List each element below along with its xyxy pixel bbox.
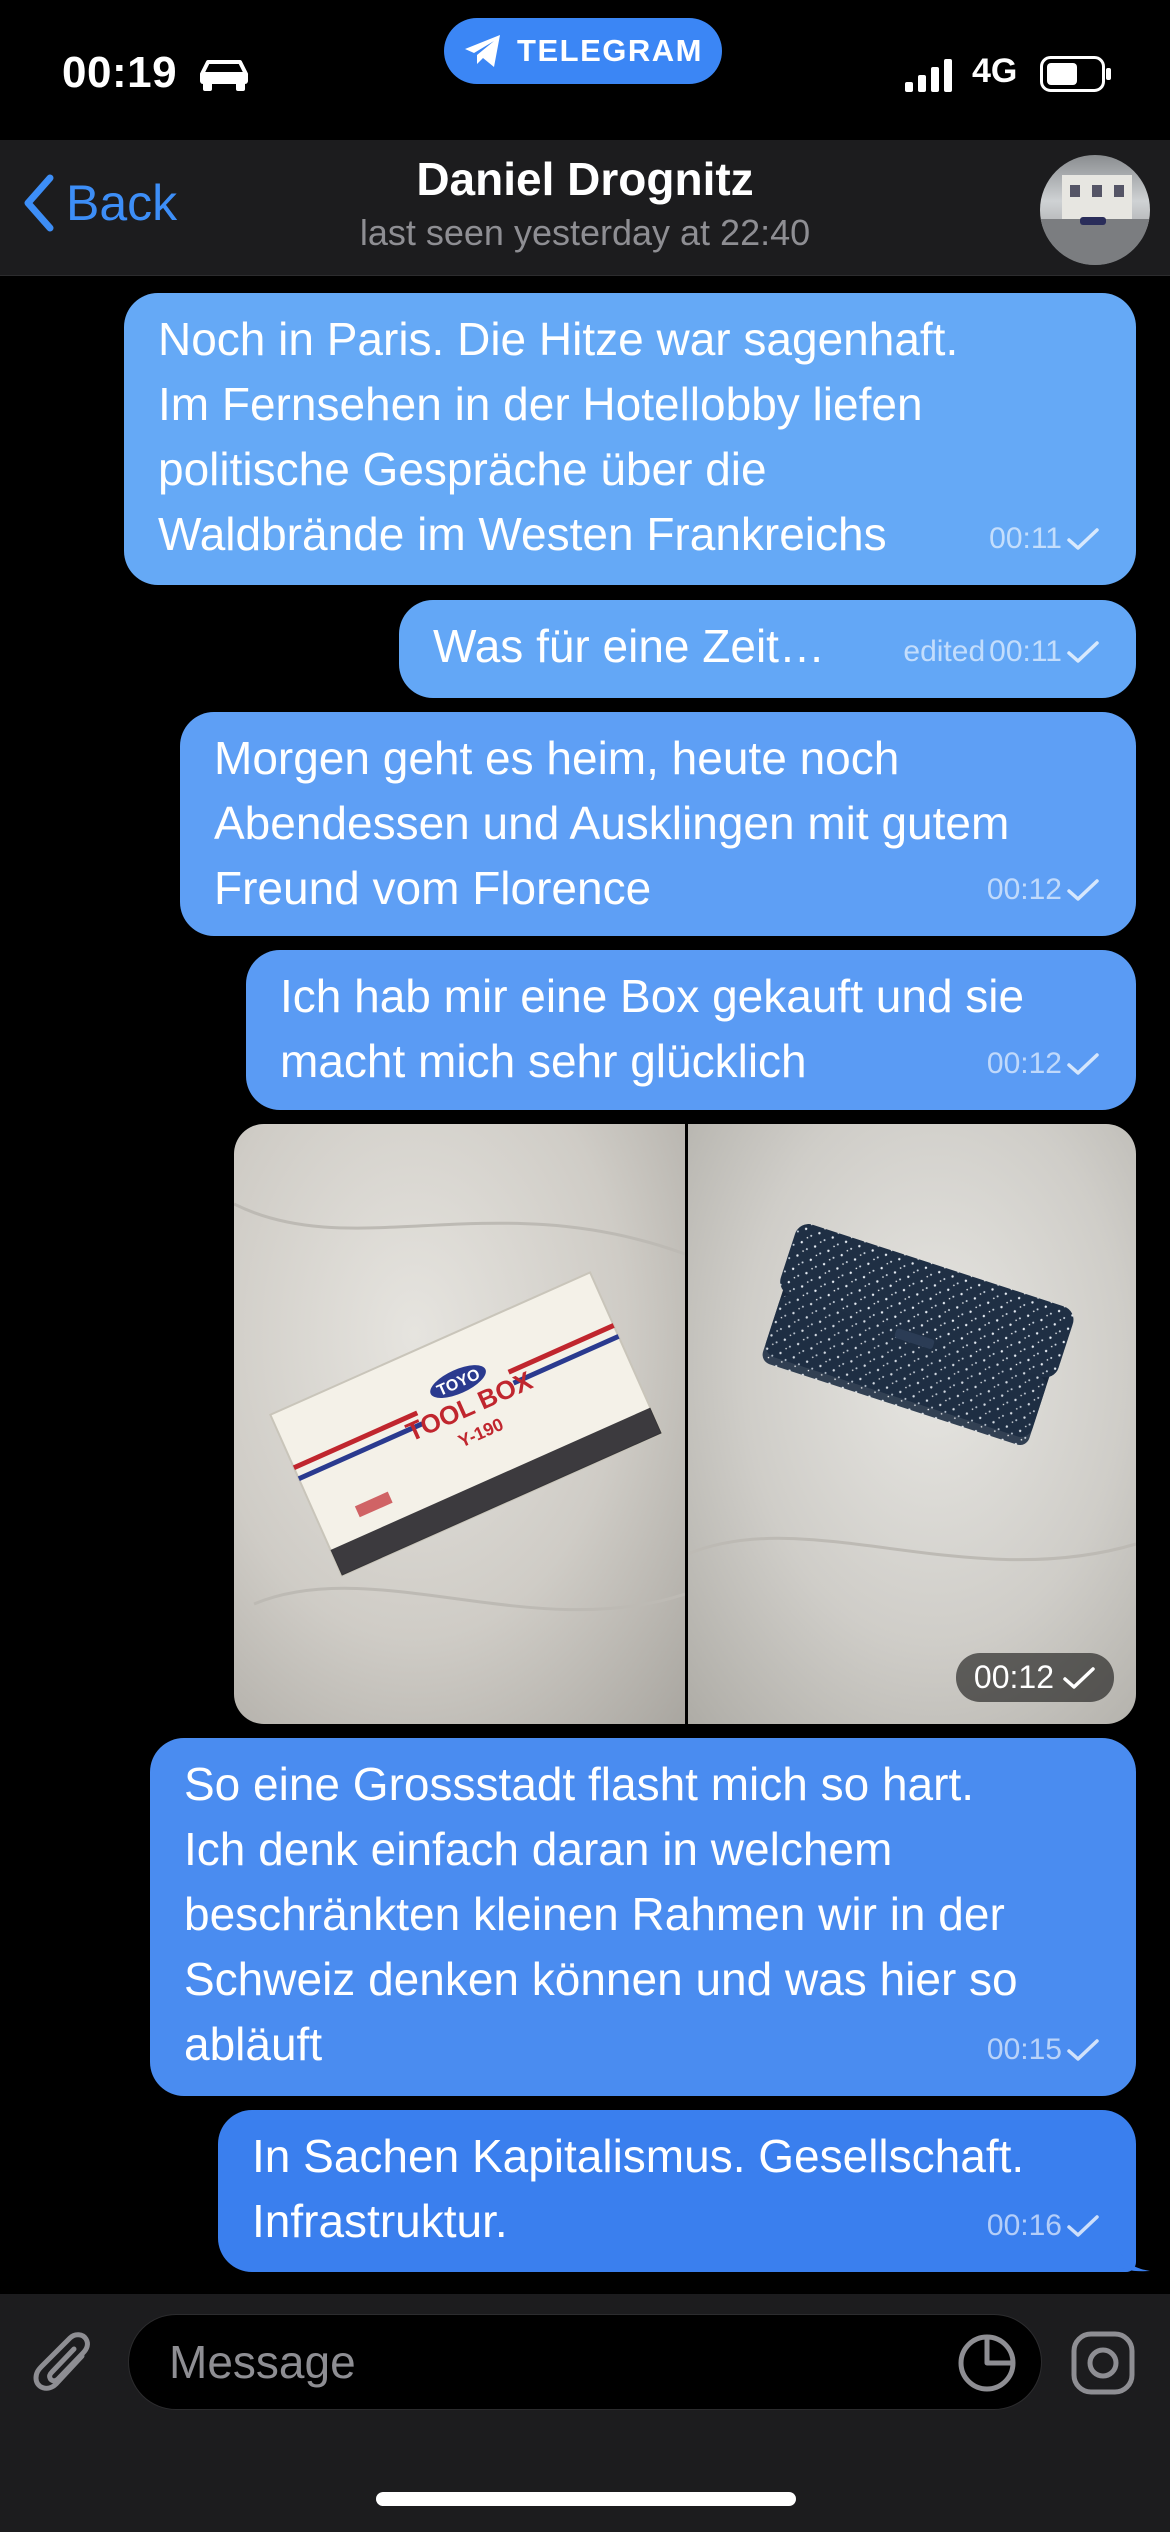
message-time: 00:15 [986, 2033, 1062, 2066]
check-icon [1067, 527, 1099, 550]
message-meta: 00:12 [987, 1031, 1100, 1096]
message-input[interactable] [128, 2314, 1042, 2410]
message-bubble[interactable]: Morgen geht es heim, heute noch Abendess… [180, 712, 1136, 936]
message-bubble[interactable]: Was für eine Zeit… edited 00:11 [399, 600, 1136, 698]
edited-label: edited [903, 635, 986, 668]
message-time: 00:11 [989, 522, 1062, 555]
photo-toolbox-packaging[interactable]: TOYO TOOL BOX Y-190 [234, 1124, 686, 1724]
message-text: Noch in Paris. Die Hitze war sagenhaft. … [158, 313, 959, 560]
check-icon [1067, 640, 1099, 663]
bubble-tail [1116, 2240, 1150, 2272]
check-icon [1067, 1052, 1099, 1075]
photo-timestamp: 00:12 [955, 1653, 1114, 1702]
message-bubble[interactable]: So eine Grossstadt flasht mich so hart. … [150, 1738, 1136, 2096]
car-icon [200, 60, 248, 91]
sticker-icon[interactable] [956, 2332, 1018, 2394]
contact-name[interactable]: Daniel Drognitz [0, 152, 1170, 206]
message-meta: 00:16 [987, 2193, 1100, 2258]
message-bubble[interactable]: Ich hab mir eine Box gekauft und sie mac… [246, 950, 1136, 1110]
photo-toolbox-open[interactable] [687, 1124, 1136, 1724]
message-time: 00:16 [986, 2209, 1062, 2242]
check-icon [1067, 2038, 1099, 2061]
message-time: 00:12 [986, 1047, 1062, 1080]
camera-icon[interactable] [1070, 2330, 1136, 2396]
telegram-pill[interactable]: TELEGRAM [444, 18, 722, 84]
message-meta: edited 00:11 [903, 619, 1100, 684]
network-type: 4G [972, 52, 1018, 90]
message-text: So eine Grossstadt flasht mich so hart. … [184, 1758, 1018, 2070]
message-time: 00:11 [989, 635, 1062, 668]
message-bubble[interactable]: Noch in Paris. Die Hitze war sagenhaft. … [124, 293, 1136, 585]
status-time: 00:19 [62, 48, 178, 97]
message-time: 00:12 [973, 1659, 1054, 1695]
message-text: Morgen geht es heim, heute noch Abendess… [214, 732, 1010, 914]
avatar[interactable] [1040, 155, 1150, 265]
photo-album[interactable]: TOYO TOOL BOX Y-190 00:12 [234, 1124, 1136, 1724]
message-time: 00:12 [986, 873, 1062, 906]
signal-icon [905, 59, 952, 92]
home-indicator [376, 2492, 796, 2506]
battery-icon [1040, 56, 1111, 92]
telegram-pill-label: TELEGRAM [517, 33, 703, 68]
contact-last-seen: last seen yesterday at 22:40 [359, 212, 811, 253]
check-icon [1063, 1666, 1095, 1689]
paperclip-icon[interactable] [30, 2326, 96, 2398]
message-bubble[interactable]: In Sachen Kapitalismus. Gesellschaft. In… [218, 2110, 1136, 2272]
message-text: In Sachen Kapitalismus. Gesellschaft. In… [252, 2130, 1025, 2247]
check-icon [1067, 878, 1099, 901]
message-text: Ich hab mir eine Box gekauft und sie mac… [280, 970, 1025, 1087]
check-icon [1067, 2214, 1099, 2237]
telegram-icon [465, 35, 501, 67]
message-meta: 00:15 [987, 2017, 1100, 2082]
message-meta: 00:11 [989, 506, 1100, 571]
message-meta: 00:12 [987, 857, 1100, 922]
